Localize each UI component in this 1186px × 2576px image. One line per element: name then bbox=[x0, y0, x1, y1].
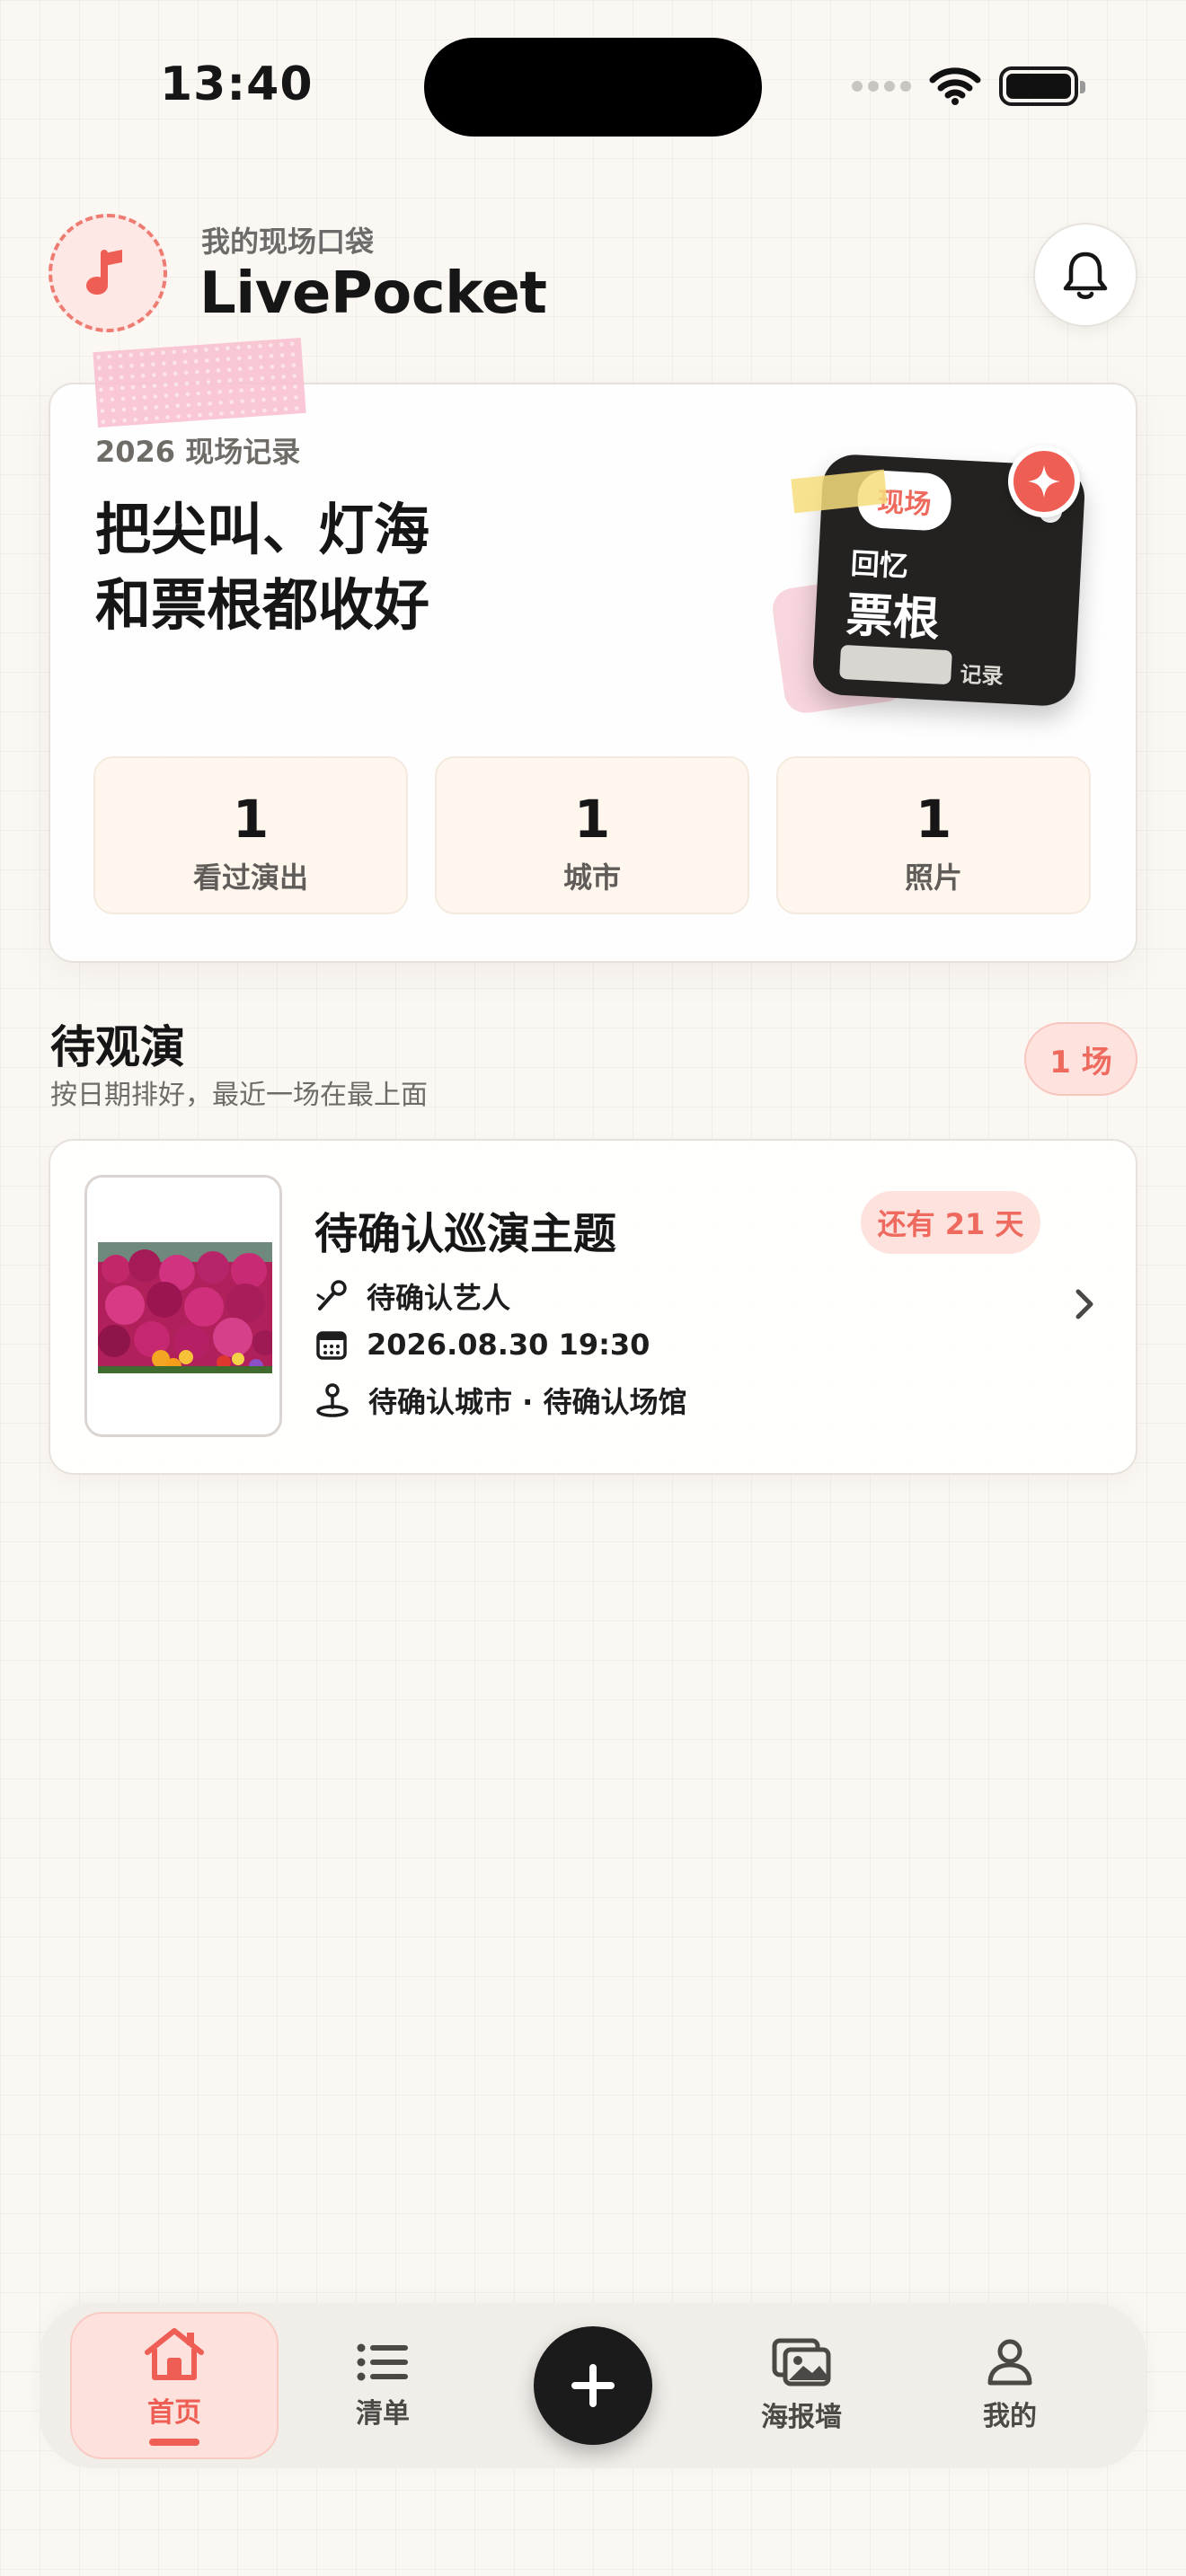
section-title: 待观演 bbox=[50, 1021, 185, 1073]
show-artist: 待确认艺人 bbox=[367, 1281, 511, 1315]
tab-poster-wall[interactable]: 海报墙 bbox=[697, 2312, 906, 2459]
countdown-badge: 还有 21 天 bbox=[861, 1191, 1040, 1254]
show-datetime: 2026.08.30 19:30 bbox=[367, 1328, 651, 1362]
stat-value: 1 bbox=[232, 789, 270, 850]
tab-home[interactable]: 首页 bbox=[70, 2312, 279, 2459]
washi-tape-decoration bbox=[93, 338, 306, 428]
wifi-icon bbox=[929, 67, 981, 105]
photo-wall-icon bbox=[772, 2338, 831, 2386]
ticket-big-label: 票根 bbox=[845, 588, 942, 648]
show-datetime-row: 2026.08.30 19:30 bbox=[314, 1328, 650, 1362]
ticket-barcode bbox=[839, 644, 952, 685]
notifications-button[interactable] bbox=[1033, 223, 1137, 327]
header-kicker: 我的现场口袋 bbox=[201, 225, 375, 259]
home-icon bbox=[145, 2328, 204, 2380]
tab-label: 我的 bbox=[983, 2401, 1037, 2432]
add-show-button[interactable] bbox=[534, 2326, 652, 2445]
chevron-right-icon[interactable] bbox=[1071, 1286, 1098, 1322]
stat-value: 1 bbox=[573, 789, 611, 850]
battery-icon bbox=[999, 66, 1085, 106]
active-tab-indicator bbox=[149, 2439, 199, 2446]
tab-profile[interactable]: 我的 bbox=[906, 2312, 1114, 2459]
sparkle-icon bbox=[1028, 465, 1060, 498]
poster-image bbox=[98, 1242, 272, 1373]
stat-tile-photos: 1 照片 bbox=[776, 756, 1091, 914]
app-title: LivePocket bbox=[199, 260, 547, 327]
show-artist-row: 待确认艺人 bbox=[314, 1275, 510, 1317]
tab-list[interactable]: 清单 bbox=[279, 2312, 487, 2459]
stat-tile-shows: 1 看过演出 bbox=[93, 756, 408, 914]
dynamic-island bbox=[424, 38, 762, 137]
sparkle-badge bbox=[1008, 446, 1080, 517]
upcoming-count-badge: 1 场 bbox=[1024, 1022, 1137, 1096]
music-note-icon bbox=[86, 250, 122, 295]
tab-label: 海报墙 bbox=[761, 2402, 842, 2433]
hero-kicker: 2026 现场记录 bbox=[95, 435, 301, 469]
microphone-icon bbox=[316, 1280, 347, 1310]
hero-headline: 把尖叫、灯海 和票根都收好 bbox=[95, 492, 598, 643]
show-poster bbox=[84, 1175, 282, 1437]
app-logo bbox=[49, 214, 167, 332]
bell-icon bbox=[1063, 251, 1108, 299]
tab-label: 首页 bbox=[147, 2397, 201, 2429]
show-location-row: 待确认城市 · 待确认场馆 bbox=[314, 1380, 686, 1421]
status-indicators bbox=[852, 66, 1085, 106]
show-title: 待确认巡演主题 bbox=[314, 1209, 617, 1259]
stat-label: 照片 bbox=[904, 860, 962, 895]
tab-label: 清单 bbox=[356, 2398, 410, 2430]
list-icon bbox=[357, 2343, 408, 2381]
stat-label: 看过演出 bbox=[192, 860, 308, 895]
stat-label: 城市 bbox=[562, 860, 621, 895]
stat-value: 1 bbox=[915, 789, 952, 850]
plus-icon bbox=[571, 2364, 615, 2407]
location-pin-icon bbox=[316, 1383, 349, 1417]
section-subtitle: 按日期排好，最近一场在最上面 bbox=[50, 1080, 428, 1111]
cellular-signal-icon bbox=[852, 81, 911, 92]
status-time: 13:40 bbox=[160, 57, 314, 111]
stat-tile-cities: 1 城市 bbox=[435, 756, 749, 914]
hero-headline-line1: 把尖叫、灯海 bbox=[95, 497, 430, 562]
hero-headline-line2: 和票根都收好 bbox=[95, 572, 430, 638]
calendar-icon bbox=[316, 1331, 347, 1360]
ticket-tag-label: 记录 bbox=[959, 661, 1005, 690]
show-location: 待确认城市 · 待确认场馆 bbox=[368, 1385, 687, 1419]
person-icon bbox=[987, 2339, 1032, 2386]
